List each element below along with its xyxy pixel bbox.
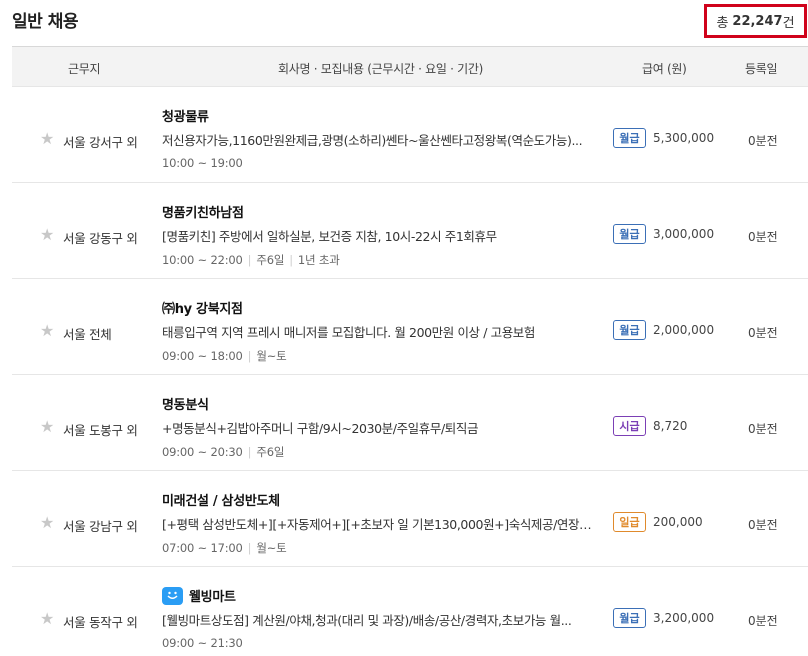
row-period: 1년 초과	[297, 253, 340, 267]
row-description[interactable]: 저신용자가능,1160만원완제급,광명(소하리)쎈타~울산쎈타고정왕복(역순도가…	[162, 130, 594, 149]
table-header: 근무지 회사명 · 모집내용 (근무시간 · 요일 · 기간) 급여 (원) 등…	[12, 46, 808, 87]
row-location: 서울 도봉구 외	[63, 423, 138, 438]
pay-type-badge: 월급	[613, 608, 646, 628]
column-location[interactable]: 근무지	[68, 60, 101, 77]
star-icon[interactable]: ★	[40, 131, 54, 147]
row-amount: 200,000	[653, 515, 703, 529]
row-meta: 09:00 ~ 20:30 | 주6일	[162, 444, 284, 460]
row-time: 09:00 ~ 20:30	[162, 445, 243, 459]
page-title: 일반 채용	[12, 12, 78, 32]
meta-divider: |	[289, 253, 293, 267]
meta-divider: |	[247, 445, 252, 459]
table-row[interactable]: ★ 서울 강서구 외 청광물류 저신용자가능,1160만원완제급,광명(소하리)…	[12, 87, 808, 183]
row-time: 09:00 ~ 18:00	[162, 349, 243, 363]
meta-divider: |	[247, 349, 252, 363]
column-company[interactable]: 회사명 · 모집내용 (근무시간 · 요일 · 기간)	[278, 60, 483, 77]
row-company-name[interactable]: 명품키친하남점	[162, 202, 244, 221]
table-row[interactable]: ★ 서울 강남구 외 미래건설 / 삼성반도체 [+평택 삼성반도체+][+자동…	[12, 471, 808, 567]
row-meta: 10:00 ~ 22:00 | 주6일 | 1년 초과	[162, 252, 340, 268]
meta-divider: |	[247, 253, 252, 267]
row-company-name[interactable]: 청광물류	[162, 106, 209, 125]
row-amount: 8,720	[653, 419, 688, 433]
star-icon[interactable]: ★	[40, 227, 54, 243]
meta-divider: |	[247, 541, 252, 555]
row-registered: 0분전	[748, 518, 778, 532]
total-prefix: 총	[716, 15, 729, 31]
row-days: 주6일	[256, 253, 285, 267]
row-registered: 0분전	[748, 134, 778, 148]
star-icon[interactable]: ★	[40, 611, 54, 627]
row-location: 서울 강서구 외	[63, 135, 138, 150]
row-company-name[interactable]: 명동분식	[162, 394, 209, 413]
row-meta: 09:00 ~ 21:30	[162, 636, 243, 650]
row-time: 09:00 ~ 21:30	[162, 636, 243, 650]
row-days: 월~토	[256, 349, 287, 363]
row-days: 주6일	[256, 445, 285, 459]
table-row[interactable]: ★ 서울 동작구 외 웰빙마트 [웰빙마트상도점] 계산원/야채,청과(대리 및…	[12, 567, 808, 656]
row-location: 서울 동작구 외	[63, 615, 138, 630]
row-amount: 2,000,000	[653, 323, 715, 337]
row-time: 10:00 ~ 19:00	[162, 156, 243, 170]
row-amount: 3,200,000	[653, 611, 715, 625]
row-company-name[interactable]: 미래건설 / 삼성반도체	[162, 490, 280, 509]
row-amount: 3,000,000	[653, 227, 715, 241]
row-description[interactable]: 태릉입구역 지역 프레시 매니저를 모집합니다. 월 200만원 이상 / 고용…	[162, 322, 594, 341]
row-registered: 0분전	[748, 326, 778, 340]
row-description[interactable]: [웰빙마트상도점] 계산원/야채,청과(대리 및 과장)/배송/공산/경력자,초…	[162, 610, 594, 629]
row-time: 10:00 ~ 22:00	[162, 253, 243, 267]
star-icon[interactable]: ★	[40, 515, 54, 531]
column-pay[interactable]: 급여 (원)	[642, 60, 687, 77]
pay-type-badge: 일급	[613, 512, 646, 532]
pay-type-badge: 시급	[613, 416, 646, 436]
row-registered: 0분전	[748, 422, 778, 436]
pay-type-badge: 월급	[613, 320, 646, 340]
pay-type-badge: 월급	[613, 128, 646, 148]
row-description[interactable]: +명동분식+김밥아주머니 구함/9시~2030분/주일휴무/퇴직금	[162, 418, 594, 437]
star-icon[interactable]: ★	[40, 419, 54, 435]
total-suffix: 건	[782, 15, 795, 31]
pay-type-badge: 월급	[613, 224, 646, 244]
star-icon[interactable]: ★	[40, 323, 54, 339]
row-registered: 0분전	[748, 230, 778, 244]
row-location: 서울 강동구 외	[63, 231, 138, 246]
total-count: 22,247	[732, 13, 783, 29]
row-location: 서울 강남구 외	[63, 519, 138, 534]
row-amount: 5,300,000	[653, 131, 715, 145]
row-days: 월~토	[256, 541, 287, 555]
smiley-logo-icon	[162, 586, 183, 605]
row-time: 07:00 ~ 17:00	[162, 541, 243, 555]
row-company-name[interactable]: 웰빙마트	[162, 586, 236, 605]
row-description[interactable]: [+평택 삼성반도체+][+자동제어+][+초보자 일 기본130,000원+]…	[162, 514, 594, 533]
row-company-label: 웰빙마트	[189, 590, 236, 605]
row-registered: 0분전	[748, 614, 778, 628]
table-row[interactable]: ★ 서울 강동구 외 명품키친하남점 [명품키친] 주방에서 일하실분, 보건증…	[12, 183, 808, 279]
row-company-name[interactable]: ㈜hy 강북지점	[162, 298, 243, 317]
row-meta: 07:00 ~ 17:00 | 월~토	[162, 540, 287, 556]
table-row[interactable]: ★ 서울 전체 ㈜hy 강북지점 태릉입구역 지역 프레시 매니저를 모집합니다…	[12, 279, 808, 375]
total-count-box: 총 22,247 건	[704, 4, 807, 38]
column-registered[interactable]: 등록일	[745, 60, 778, 77]
row-meta: 09:00 ~ 18:00 | 월~토	[162, 348, 287, 364]
row-location: 서울 전체	[63, 327, 112, 342]
table-row[interactable]: ★ 서울 도봉구 외 명동분식 +명동분식+김밥아주머니 구함/9시~2030분…	[12, 375, 808, 471]
row-description[interactable]: [명품키친] 주방에서 일하실분, 보건증 지참, 10시-22시 주1회휴무	[162, 226, 594, 245]
row-meta: 10:00 ~ 19:00	[162, 156, 243, 170]
